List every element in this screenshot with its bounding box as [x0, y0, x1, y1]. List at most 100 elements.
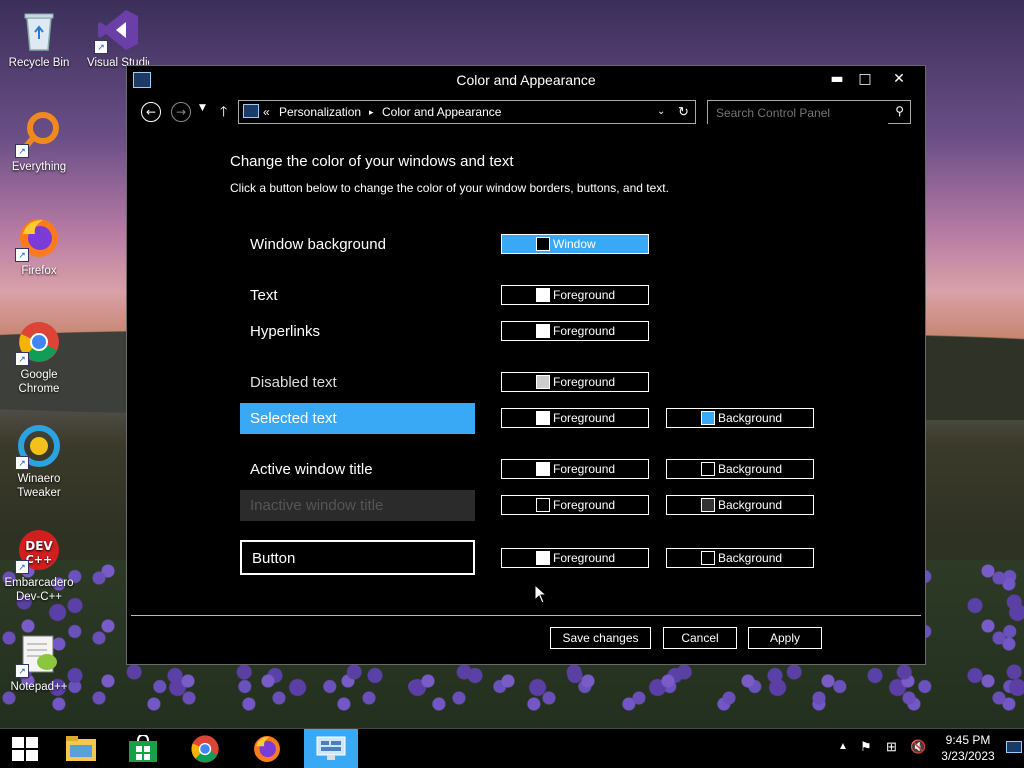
desktop-icon-label: Firefox — [21, 265, 57, 277]
button-label: Background — [718, 551, 783, 565]
window-background-button[interactable]: Window — [501, 234, 649, 254]
address-bar[interactable]: « Personalization ▸ Color and Appearance… — [238, 100, 696, 124]
recent-pages-chevron-icon[interactable]: ▼ — [199, 103, 206, 113]
color-chip — [701, 498, 715, 512]
button-label: Background — [718, 411, 783, 425]
action-center-flag-icon[interactable]: ⚑ — [860, 739, 872, 755]
control-panel-small-icon — [243, 104, 259, 118]
inactive-title-foreground-button[interactable]: Foreground — [501, 495, 649, 515]
color-chip — [536, 498, 550, 512]
taskbar: ▲ ⚑ ⊞ 🔇 9:45 PM 3/23/2023 — [0, 728, 1024, 768]
windows-logo-icon — [12, 737, 38, 761]
navigation-bar: ← → ▼ 🡑 « Personalization ▸ Color and Ap… — [127, 98, 925, 125]
show-desktop-button[interactable] — [1004, 729, 1024, 768]
show-hidden-icons-chevron-icon[interactable]: ▲ — [838, 741, 848, 752]
desktop-icon-everything[interactable]: ↗ Everything — [1, 112, 77, 174]
network-icon[interactable]: ⊞ — [886, 739, 897, 755]
text-foreground-button[interactable]: Foreground — [501, 285, 649, 305]
taskbar-file-explorer[interactable] — [56, 729, 106, 768]
forward-arrow-icon[interactable]: → — [171, 102, 191, 122]
button-label: Window — [553, 237, 596, 251]
desktop-icon-winaero[interactable]: ↗ Winaero Tweaker — [1, 424, 77, 500]
up-arrow-icon[interactable]: 🡑 — [220, 101, 227, 125]
search-icon[interactable]: ⚲ — [895, 104, 904, 118]
desktop-icon-firefox[interactable]: ↗ Firefox — [1, 216, 77, 278]
color-chip — [536, 411, 550, 425]
desktop-icon-label: Notepad++ — [10, 681, 68, 693]
taskbar-chrome[interactable] — [180, 729, 230, 768]
breadcrumb-separator-icon: ▸ — [369, 107, 374, 117]
inactive-title-background-button[interactable]: Background — [666, 495, 814, 515]
store-icon — [129, 735, 157, 762]
breadcrumb-color-appearance[interactable]: Color and Appearance — [382, 105, 501, 119]
button-label: Foreground — [553, 288, 616, 302]
winaero-tweaker-icon: ↗ — [15, 424, 61, 470]
breadcrumb-personalization[interactable]: Personalization — [279, 105, 361, 119]
desktop-icon-visual-studio[interactable]: ↗ Visual Studio 2013 — [78, 8, 158, 70]
desktop-icon-label: Google Chrome — [18, 369, 60, 395]
desktop-icon-devcpp[interactable]: DEV C++ ↗ Embarcadero Dev-C++ — [0, 528, 78, 604]
disabled-text-foreground-button[interactable]: Foreground — [501, 372, 649, 392]
window-title: Color and Appearance — [456, 72, 596, 88]
desktop-icon-label: Recycle Bin — [8, 57, 70, 69]
show-desktop-icon — [1006, 741, 1022, 753]
control-panel-icon — [316, 736, 346, 760]
svg-text:DEV: DEV — [25, 539, 53, 553]
save-changes-button[interactable]: Save changes — [550, 627, 651, 649]
minimize-button[interactable]: ▬ — [823, 68, 851, 90]
mouse-cursor-icon — [534, 584, 548, 604]
taskbar-control-panel-active[interactable] — [304, 729, 358, 768]
desktop-icon-label: Embarcadero Dev-C++ — [4, 577, 74, 603]
selected-text-background-button[interactable]: Background — [666, 408, 814, 428]
recycle-bin-icon — [17, 8, 61, 52]
desktop-icon-recycle-bin[interactable]: Recycle Bin — [1, 8, 77, 70]
button-background-button[interactable]: Background — [666, 548, 814, 568]
button-foreground-button[interactable]: Foreground — [501, 548, 649, 568]
visual-studio-icon: ↗ — [94, 8, 140, 54]
title-bar[interactable]: Color and Appearance ▬ □ ✕ — [127, 66, 925, 94]
devcpp-icon: DEV C++ ↗ — [15, 528, 61, 574]
refresh-icon[interactable]: ↻ — [678, 104, 689, 120]
active-title-foreground-button[interactable]: Foreground — [501, 459, 649, 479]
active-title-background-button[interactable]: Background — [666, 459, 814, 479]
chrome-icon — [191, 735, 219, 763]
inactive-title-sample: Inactive window title — [240, 490, 475, 521]
button-label: Foreground — [553, 498, 616, 512]
shortcut-arrow-icon: ↗ — [15, 664, 29, 678]
content-area: Change the color of your windows and tex… — [127, 124, 925, 614]
desktop-icon-label: Everything — [11, 161, 67, 173]
cancel-button[interactable]: Cancel — [663, 627, 737, 649]
footer-separator — [131, 615, 921, 616]
maximize-button[interactable]: □ — [851, 68, 879, 90]
color-chip — [701, 462, 715, 476]
shortcut-arrow-icon: ↗ — [15, 144, 29, 158]
selected-text-sample: Selected text — [240, 403, 475, 434]
taskbar-firefox[interactable] — [242, 729, 292, 768]
close-button[interactable]: ✕ — [885, 68, 913, 90]
start-button[interactable] — [0, 729, 50, 768]
desktop-icon-label: Winaero Tweaker — [17, 473, 61, 499]
search-input[interactable] — [708, 101, 888, 125]
color-chip — [536, 237, 550, 251]
taskbar-store[interactable] — [118, 729, 168, 768]
button-label: Foreground — [553, 551, 616, 565]
row-label-text: Text — [250, 287, 278, 304]
address-dropdown-chevron-icon[interactable]: ⌄ — [657, 106, 665, 117]
back-arrow-icon[interactable]: ← — [141, 102, 161, 122]
row-label-active-window-title: Active window title — [250, 461, 373, 478]
volume-muted-icon[interactable]: 🔇 — [910, 739, 926, 755]
row-label-button: Button — [252, 550, 296, 567]
clock[interactable]: 9:45 PM 3/23/2023 — [936, 729, 1000, 768]
desktop-icon-notepadpp[interactable]: ↗ Notepad++ — [1, 632, 77, 694]
desktop-icon-chrome[interactable]: ↗ Google Chrome — [1, 320, 77, 396]
apply-button[interactable]: Apply — [748, 627, 822, 649]
row-label-disabled-text: Disabled text — [250, 374, 337, 391]
button-label: Background — [718, 498, 783, 512]
color-chip — [536, 462, 550, 476]
notepadpp-icon: ↗ — [15, 632, 61, 678]
system-tray: ▲ ⚑ ⊞ 🔇 — [838, 729, 938, 768]
selected-text-foreground-button[interactable]: Foreground — [501, 408, 649, 428]
row-label-window-background: Window background — [250, 236, 386, 253]
hyperlinks-foreground-button[interactable]: Foreground — [501, 321, 649, 341]
shortcut-arrow-icon: ↗ — [94, 40, 108, 54]
